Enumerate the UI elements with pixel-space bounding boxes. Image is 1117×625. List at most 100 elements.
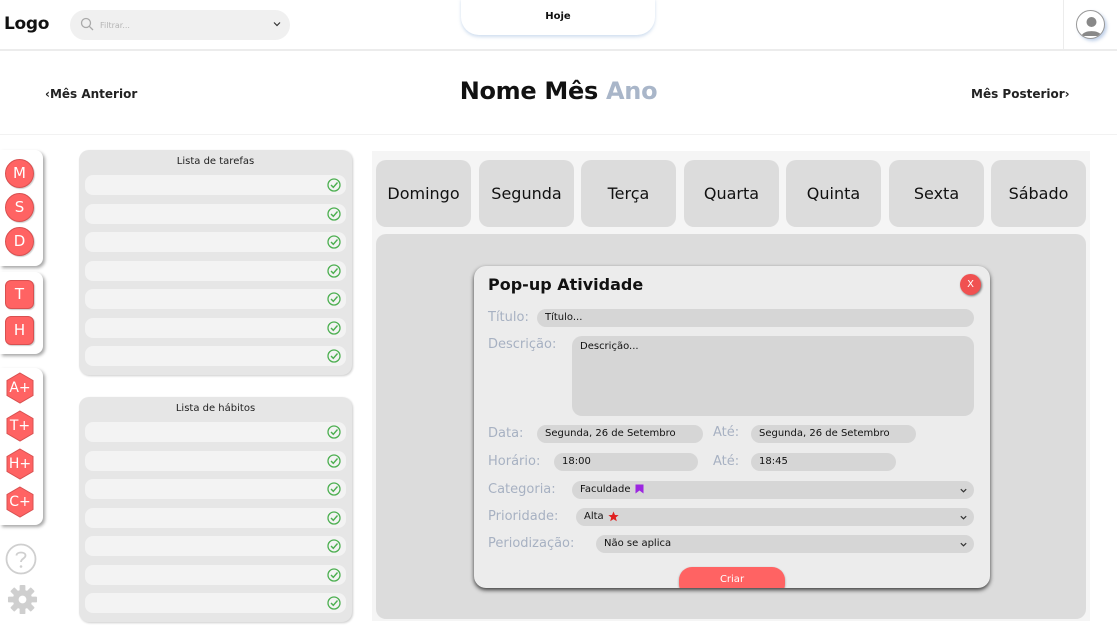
weekday-friday: Sexta [889,160,984,227]
weekday-sunday: Domingo [376,160,471,227]
add-group: A+ T+ H+ C+ [0,368,43,525]
check-circle-icon[interactable] [327,235,341,249]
task-item[interactable] [85,175,346,195]
task-item[interactable] [85,203,346,224]
month-header: ‹Mês Anterior Nome Mês Ano Mês Posterior… [0,53,1117,135]
categoria-select[interactable]: Faculdade [572,481,974,499]
chevron-right-icon: › [1064,87,1070,101]
prioridade-value: Alta [584,511,604,522]
add-task-label: T+ [9,418,31,434]
prioridade-select[interactable]: Alta [576,508,974,526]
periodizacao-select[interactable]: Não se aplica [596,535,974,553]
month-name: Nome Mês [459,77,599,105]
horario-end-field[interactable]: 18:45 [751,453,896,471]
task-item[interactable] [85,260,346,281]
add-category-button[interactable]: C+ [4,486,36,518]
add-activity-button[interactable]: A+ [4,372,36,404]
chevron-down-icon [960,515,967,520]
bookmark-icon [635,484,644,494]
check-circle-icon[interactable] [327,510,341,525]
add-activity-label: A+ [9,380,31,396]
weekday-wednesday: Quarta [684,160,779,227]
toggle-tasks-button[interactable]: T [5,280,34,309]
user-avatar-icon[interactable] [1076,10,1105,39]
add-habit-button[interactable]: H+ [4,448,36,480]
month-year: Ano [606,77,658,105]
toggle-habits-button[interactable]: H [5,316,34,345]
check-circle-icon[interactable] [327,263,341,278]
task-list-panel: Lista de tarefas [79,150,352,375]
check-circle-icon[interactable] [327,567,341,582]
weekday-tuesday: Terça [581,160,676,227]
descricao-input[interactable]: Descrição... [572,336,974,416]
check-circle-icon[interactable] [327,596,341,610]
habit-item[interactable] [85,450,346,471]
help-icon[interactable] [5,543,37,575]
task-list-title: Lista de tarefas [176,156,255,167]
task-item[interactable] [85,289,346,309]
check-circle-icon[interactable] [327,539,341,553]
descricao-label: Descrição: [488,337,557,352]
categoria-value: Faculdade [580,484,631,495]
view-day-button[interactable]: D [5,227,34,256]
search-input[interactable] [100,16,260,34]
logo: Logo [4,14,50,34]
activity-popup: Pop-up Atividade X Título: Descrição: De… [474,266,990,588]
task-item[interactable] [85,232,346,252]
next-month-button[interactable]: Mês Posterior› [971,87,1070,101]
data-label: Data: [488,426,524,441]
check-circle-icon[interactable] [327,482,341,496]
check-circle-icon[interactable] [327,425,341,439]
data-ate-label: Até: [713,425,740,440]
horario-start-field[interactable]: 18:00 [554,453,698,471]
criar-button[interactable]: Criar [679,567,785,588]
habit-item[interactable] [85,564,346,585]
task-item[interactable] [85,317,346,338]
chevron-down-icon[interactable] [272,19,282,29]
weekday-thursday: Quinta [786,160,881,227]
close-popup-button[interactable]: X [960,274,981,295]
periodizacao-label: Periodização: [488,536,575,551]
check-circle-icon[interactable] [327,349,341,363]
month-title: Nome Mês Ano [0,77,1117,105]
next-month-label: Mês Posterior [971,87,1065,101]
periodizacao-value: Não se aplica [604,538,672,549]
chevron-down-icon [960,488,967,493]
check-circle-icon[interactable] [327,206,341,221]
habit-item[interactable] [85,507,346,528]
data-end-field[interactable]: Segunda, 26 de Setembro [751,425,916,443]
add-category-label: C+ [9,494,31,510]
check-circle-icon[interactable] [327,453,341,468]
add-task-button[interactable]: T+ [4,410,36,442]
check-circle-icon[interactable] [327,292,341,306]
habit-item[interactable] [85,479,346,499]
habit-item[interactable] [85,422,346,442]
habit-item[interactable] [85,593,346,613]
weekday-monday: Segunda [479,160,574,227]
view-month-button[interactable]: M [5,159,34,188]
view-mode-group: M S D [0,150,43,266]
search-box[interactable] [70,10,290,40]
star-icon [608,510,619,521]
add-habit-label: H+ [8,456,32,472]
habit-list-panel: Lista de hábitos [79,397,352,622]
top-bar: Logo Hoje [0,0,1117,51]
habit-list-title: Lista de hábitos [175,403,256,414]
check-circle-icon[interactable] [327,320,341,335]
user-area [1063,0,1117,50]
habit-item[interactable] [85,536,346,556]
today-button[interactable]: Hoje [461,0,655,35]
chevron-down-icon [960,542,967,547]
horario-label: Horário: [488,454,541,469]
view-week-button[interactable]: S [5,193,34,222]
horario-ate-label: Até: [713,454,740,469]
data-start-field[interactable]: Segunda, 26 de Setembro [537,425,703,443]
titulo-label: Título: [488,310,529,325]
check-circle-icon[interactable] [327,178,341,192]
titulo-input[interactable] [537,309,974,327]
task-item[interactable] [85,346,346,366]
gear-icon[interactable] [7,584,38,615]
search-icon [80,17,94,31]
popup-title: Pop-up Atividade [488,275,644,294]
prioridade-label: Prioridade: [488,509,559,524]
